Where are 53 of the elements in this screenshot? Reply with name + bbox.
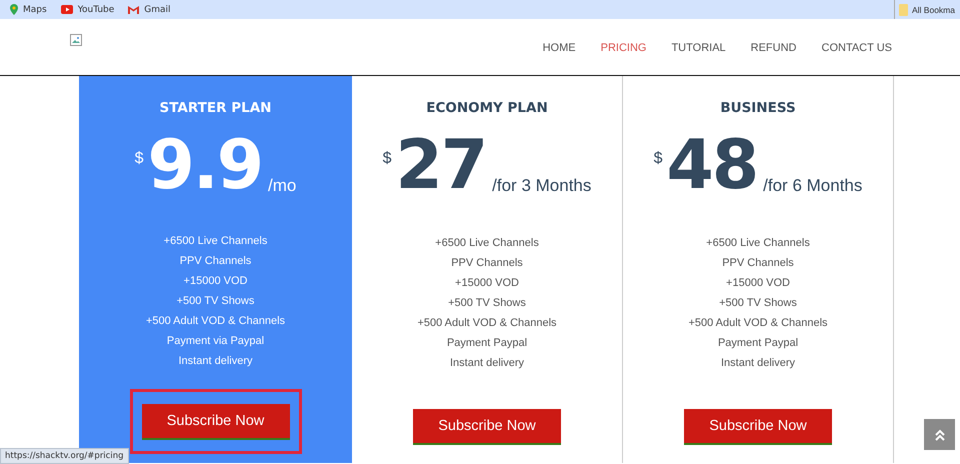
feature-text: +6500 Live Channels (706, 236, 810, 251)
plan-title: ECONOMY PLAN (426, 100, 548, 116)
currency-symbol: $ (654, 150, 663, 168)
price-period: /for 6 Months (763, 176, 862, 196)
nav-link[interactable]: TUTORIAL (671, 42, 726, 54)
feature-text: PPV Channels (451, 256, 523, 271)
feature-text: +500 TV Shows (448, 296, 526, 311)
feature-text: Payment Paypal (718, 336, 798, 351)
feature-text: +500 Adult VOD & Channels (688, 316, 828, 331)
nav-link[interactable]: REFUND (750, 42, 796, 54)
feature-text: Instant delivery (178, 354, 252, 369)
subscribe-button[interactable]: Subscribe Now (413, 409, 561, 445)
feature-text: Payment via Paypal (166, 334, 264, 349)
feature-text: PPV Channels (180, 254, 252, 269)
mail-icon (128, 6, 140, 14)
price-amount: 9.9 (148, 132, 262, 200)
broken-image-icon (70, 34, 82, 46)
plan-title: BUSINESS (720, 100, 796, 116)
bookmark-link[interactable]: Maps (23, 4, 47, 14)
price-period: /mo (268, 176, 296, 196)
bookmark-link[interactable]: YouTube (78, 4, 114, 14)
map-pin-icon (10, 4, 18, 15)
feature-text: +500 TV Shows (719, 296, 797, 311)
feature-text: Instant delivery (721, 356, 795, 371)
feature-text: +15000 VOD (455, 276, 519, 291)
feature-text: +15000 VOD (726, 276, 790, 291)
feature-text: +15000 VOD (184, 274, 248, 289)
feature-text: Instant delivery (450, 356, 524, 371)
plan-title: STARTER PLAN (160, 100, 272, 116)
price-amount: 48 (666, 132, 758, 200)
subscribe-button[interactable]: Subscribe Now (142, 404, 290, 440)
scroll-top-button[interactable] (924, 419, 955, 450)
nav-link[interactable]: CONTACT US (822, 42, 892, 54)
feature-text: PPV Channels (722, 256, 794, 271)
feature-text: Payment Paypal (446, 336, 528, 351)
price-amount: 27 (396, 132, 486, 200)
nav-link[interactable]: HOME (542, 42, 576, 54)
feature-text: +6500 Live Channels (435, 236, 539, 251)
double-chevron-up-icon (934, 428, 946, 440)
feature-text: +500 Adult VOD & Channels (146, 314, 286, 329)
play-icon (60, 5, 73, 14)
feature-text: +6500 Live Channels (164, 234, 268, 249)
nav-link[interactable]: PRICING (600, 42, 646, 54)
status-url: https://shacktv.org/#pricing (0, 448, 128, 464)
feature-text: +500 TV Shows (176, 294, 254, 309)
price-period: /for 3 Months (492, 176, 592, 196)
folder-icon (899, 4, 908, 16)
subscribe-button[interactable]: Subscribe Now (684, 409, 832, 445)
feature-text: +500 Adult VOD & Channels (417, 316, 557, 331)
bookmarks-folder[interactable]: All Bookma (912, 4, 955, 14)
bookmark-link[interactable]: Gmail (144, 4, 171, 14)
currency-symbol: $ (134, 150, 144, 168)
currency-symbol: $ (382, 150, 392, 168)
